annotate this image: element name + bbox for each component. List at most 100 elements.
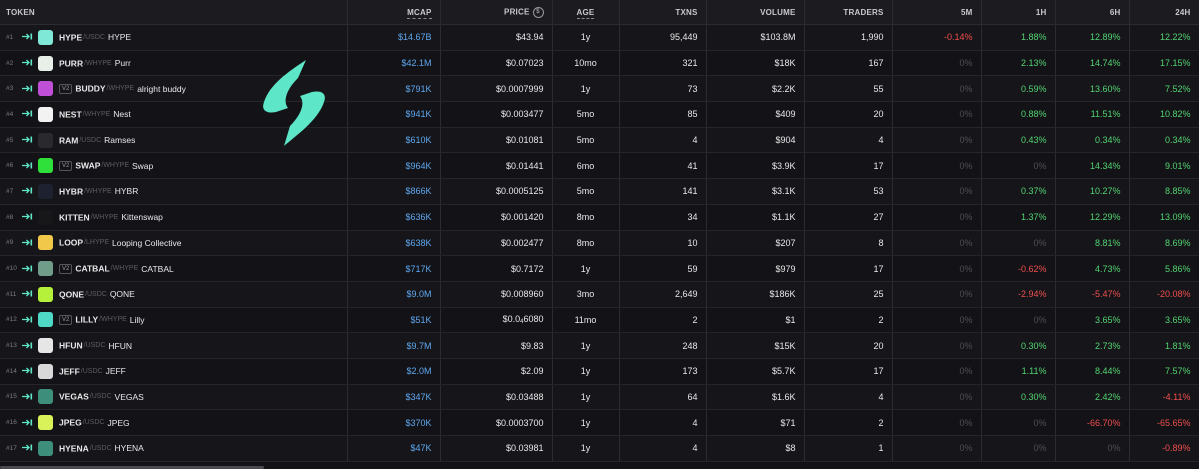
table-row[interactable]: #13 HFUN/USDC HFUN $9.7M $9.83 1y 248 $15K 20 0% 0… <box>0 332 1199 359</box>
arrow-in-icon <box>22 238 38 248</box>
traders-cell: 27 <box>804 204 893 231</box>
arrow-in-icon <box>22 84 38 94</box>
table-row[interactable]: #4 NEST/WHYPE Nest $941K $0.003477 5mo 85 $409 2… <box>0 101 1199 128</box>
change-h6-value: 12.29% <box>1089 212 1121 223</box>
rank-label: #11 <box>6 290 17 298</box>
table-row[interactable]: #11 QONE/USDC QONE $9.0M $0.008960 3mo 2,649 $1… <box>0 281 1199 308</box>
volume-value: $904 <box>775 135 796 146</box>
dollar-circle-icon[interactable]: $ <box>532 6 544 18</box>
change-h24-cell: 9.01% <box>1129 152 1199 180</box>
mcap-cell: $9.7M <box>347 332 441 359</box>
table-row[interactable]: #6 V2 SWAP/WHYPE Swap $964K $0.01441 6mo 41 $3.9… <box>0 152 1199 180</box>
table-row[interactable]: #7 HYBR/WHYPE HYBR $866K $0.0005125 5mo 141 $3.… <box>0 178 1199 205</box>
quote-pair: /USDC <box>79 136 102 144</box>
traders-cell: 25 <box>804 281 893 308</box>
table-row[interactable]: #3 V2 BUDDY/WHYPE alright buddy $791K $0.0007… <box>0 75 1199 103</box>
change-h6-value: 11.51% <box>1090 109 1121 120</box>
token-cell[interactable]: #6 V2 SWAP/WHYPE Swap <box>0 152 348 180</box>
table-row[interactable]: #2 PURR/WHYPE Purr $42.1M $0.07023 10mo 321 $18… <box>0 50 1199 77</box>
token-cell[interactable]: #9 LOOP/LHYPE Looping Collective <box>0 230 348 257</box>
token-symbol: LOOP <box>59 237 84 248</box>
mcap-cell: $964K <box>347 152 441 180</box>
rank-label: #10 <box>6 265 17 273</box>
change-m5-value: 0% <box>959 186 973 197</box>
table-row[interactable]: #14 JEFF/USDC JEFF $2.0M $2.09 1y 173 $5.7K 17 0%… <box>0 358 1199 385</box>
table-row[interactable]: #8 KITTEN/WHYPE Kittenswap $636K $0.001420 8m… <box>0 204 1199 231</box>
col-6h[interactable]: 6H <box>1055 0 1130 25</box>
token-cell[interactable]: #14 JEFF/USDC JEFF <box>0 358 348 385</box>
traders-value: 2 <box>878 417 884 428</box>
change-h6-value: 8.81% <box>1094 237 1121 248</box>
table-row[interactable]: #12 V2 LILLY/WHYPE Lilly $51K $0.046080 11mo 2 $… <box>0 307 1199 334</box>
change-h24-cell: 8.69% <box>1129 230 1199 257</box>
token-cell[interactable]: #1 HYPE/USDC HYPE <box>0 24 348 51</box>
change-h24-cell: 1.81% <box>1129 332 1199 359</box>
change-m5-value: 0% <box>959 314 973 325</box>
col-24h[interactable]: 24H <box>1129 0 1199 25</box>
col-volume[interactable]: VOLUME <box>706 0 805 25</box>
table-row[interactable]: #10 V2 CATBAL/WHYPE CATBAL $717K $0.7172 1y 59 $… <box>0 255 1199 282</box>
col-6h-label: 6H <box>1109 7 1121 17</box>
change-h6-cell: 3.65% <box>1055 307 1130 334</box>
table-row[interactable]: #1 HYPE/USDC HYPE $14.67B $43.94 1y 95,449 $103… <box>0 24 1199 51</box>
leaf-watermark-icon <box>263 60 325 146</box>
table-row[interactable]: #5 RAM/USDC Ramses $610K $0.01081 5mo 4 $904 4 0%… <box>0 127 1199 154</box>
col-5m[interactable]: 5M <box>892 0 982 25</box>
col-txns[interactable]: TXNS <box>619 0 707 25</box>
age-cell: 1y <box>552 384 620 411</box>
col-traders[interactable]: TRADERS <box>804 0 893 25</box>
table-row[interactable]: #16 JPEG/USDC JPEG $370K $0.0003700 1y 4 $71 2 0%… <box>0 409 1199 436</box>
age-cell: 5mo <box>552 178 620 205</box>
txns-cell: 10 <box>619 230 707 257</box>
change-h1-cell: 0% <box>981 152 1056 180</box>
age-value: 1y <box>580 417 591 428</box>
col-age[interactable]: AGE <box>552 0 620 25</box>
token-cell[interactable]: #17 HYENA/USDC HYENA <box>0 435 348 462</box>
token-cell[interactable]: #11 QONE/USDC QONE <box>0 281 348 308</box>
mcap-cell: $717K <box>347 255 441 282</box>
token-cell[interactable]: #7 HYBR/WHYPE HYBR <box>0 178 348 205</box>
traders-value: 55 <box>873 83 884 94</box>
txns-value: 141 <box>682 186 698 197</box>
price-cell: $0.03981 <box>440 435 553 462</box>
token-symbol: JEFF <box>59 366 80 377</box>
token-cell[interactable]: #10 V2 CATBAL/WHYPE CATBAL <box>0 255 348 282</box>
change-h1-cell: -0.62% <box>981 255 1056 282</box>
token-symbol: CATBAL <box>75 263 110 274</box>
col-token[interactable]: TOKEN <box>0 0 348 25</box>
table-row[interactable]: #15 VEGAS/USDC VEGAS $347K $0.03488 1y 64 $1.6K… <box>0 384 1199 411</box>
token-cell[interactable]: #8 KITTEN/WHYPE Kittenswap <box>0 204 348 231</box>
change-h24-value: 3.65% <box>1164 314 1191 325</box>
token-cell[interactable]: #16 JPEG/USDC JPEG <box>0 409 348 436</box>
rank-label: #9 <box>6 239 14 247</box>
change-h1-cell: 0.88% <box>981 101 1056 128</box>
col-mcap[interactable]: MCAP <box>347 0 441 25</box>
change-m5-cell: 0% <box>892 307 982 334</box>
token-name: Kittenswap <box>121 212 163 223</box>
change-m5-value: 0% <box>959 109 973 120</box>
change-h6-cell: 12.89% <box>1055 24 1130 51</box>
table-row[interactable]: #17 HYENA/USDC HYENA $47K $0.03981 1y 4 $8 1 0% 0%… <box>0 435 1199 462</box>
age-cell: 1y <box>552 435 620 462</box>
mcap-value: $347K <box>405 391 432 402</box>
age-cell: 6mo <box>552 152 620 180</box>
quote-pair: /WHYPE <box>82 110 111 118</box>
change-h24-value: -65.65% <box>1156 417 1191 428</box>
token-cell[interactable]: #15 VEGAS/USDC VEGAS <box>0 384 348 411</box>
token-cell[interactable]: #13 HFUN/USDC HFUN <box>0 332 348 359</box>
change-h1-cell: 1.37% <box>981 204 1056 231</box>
col-1h[interactable]: 1H <box>981 0 1056 25</box>
swap-logo-icon <box>38 158 53 174</box>
rank-label: #13 <box>6 342 17 350</box>
txns-cell: 4 <box>619 127 707 154</box>
token-name: HYPE <box>107 32 132 43</box>
change-m5-value: 0% <box>959 289 973 300</box>
token-cell[interactable]: #12 V2 LILLY/WHYPE Lilly <box>0 307 348 334</box>
col-mcap-label: MCAP <box>407 7 432 19</box>
arrow-in-icon <box>22 315 38 325</box>
table-row[interactable]: #9 LOOP/LHYPE Looping Collective $638K $0.00… <box>0 230 1199 257</box>
rank-label: #16 <box>6 419 17 427</box>
mcap-value: $51K <box>410 314 432 325</box>
catbal-logo-icon <box>38 261 53 277</box>
col-price[interactable]: PRICE $ <box>440 0 553 25</box>
